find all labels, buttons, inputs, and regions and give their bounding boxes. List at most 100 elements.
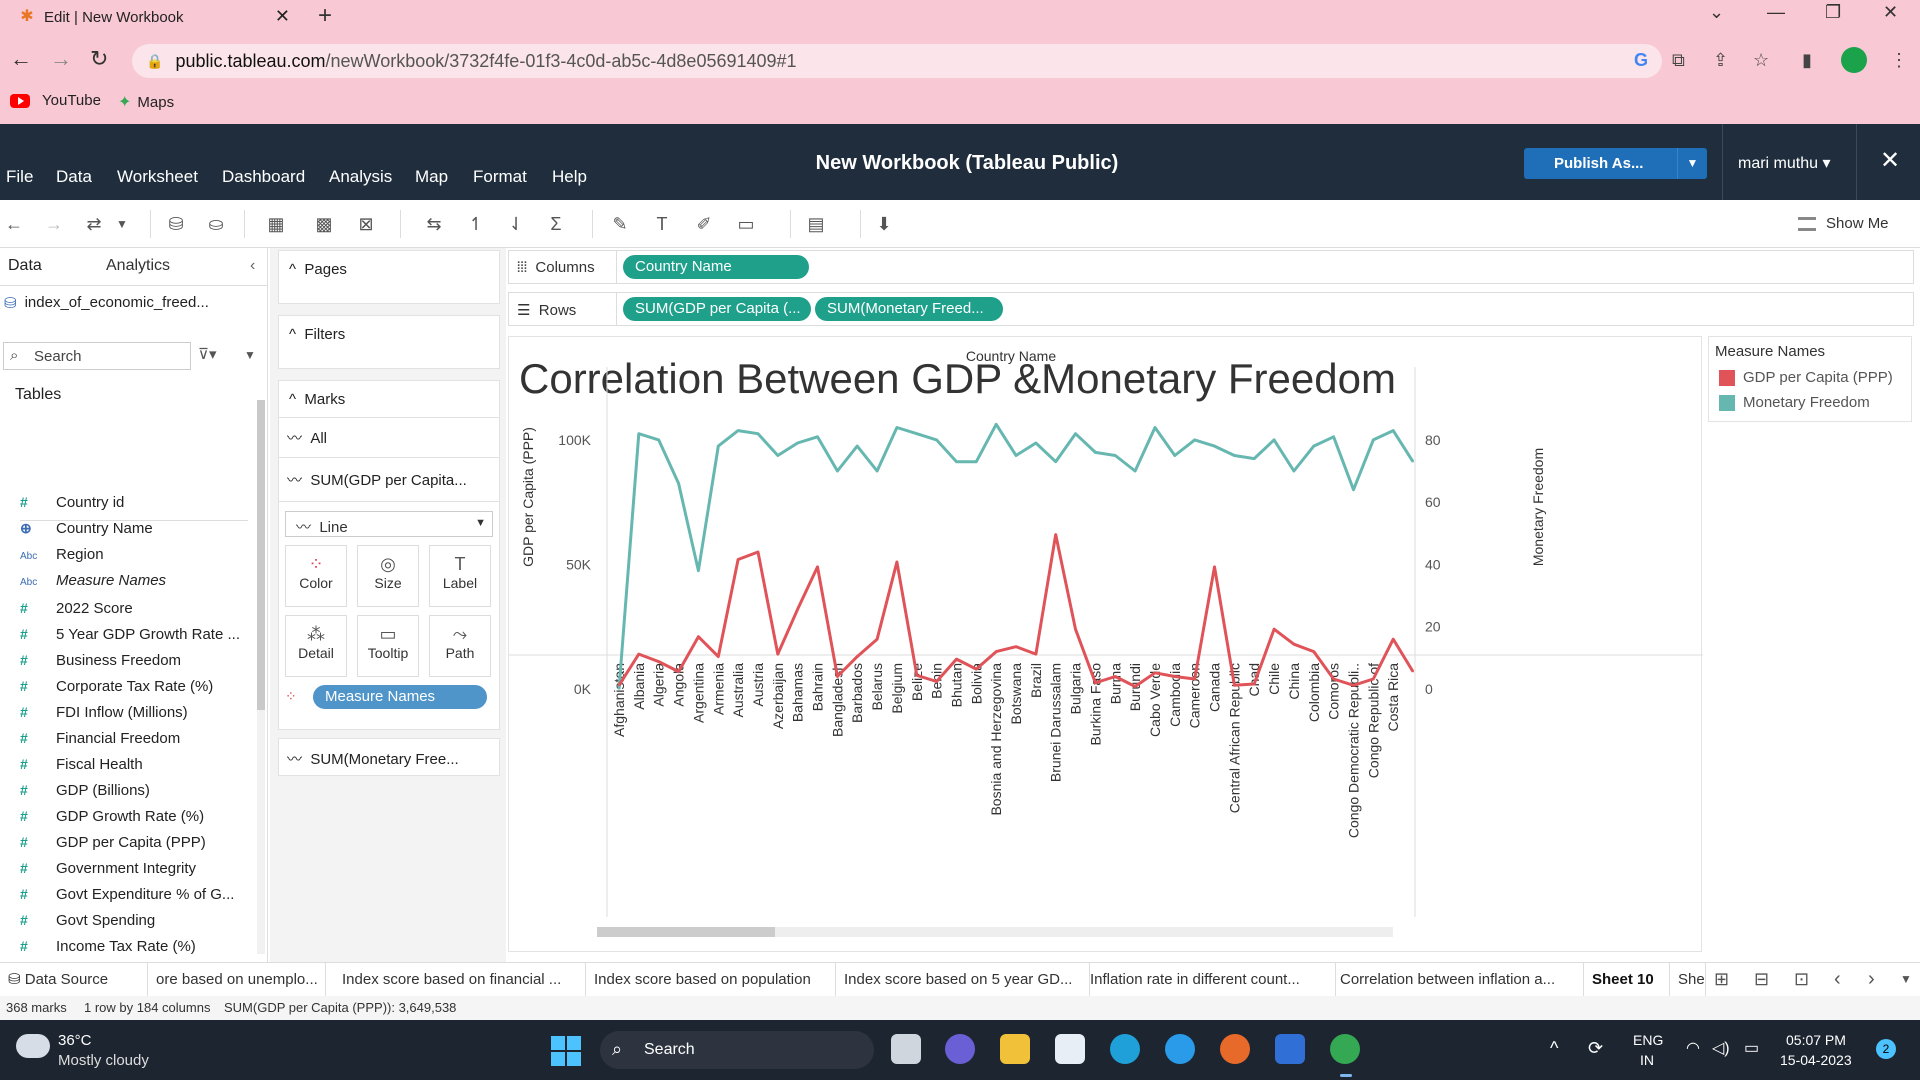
columns-shelf[interactable]: ⦙⦙⦙ Columns Country Name <box>508 250 1914 284</box>
clock-date[interactable]: 15-04-2023 <box>1780 1052 1852 1068</box>
marks-all-tab[interactable]: 〰 All <box>287 427 327 448</box>
show-tooltip-icon[interactable]: ⬇ <box>870 212 898 236</box>
data-menu-icon[interactable]: ▼ <box>244 348 256 362</box>
filter-fields-icon[interactable]: ⊽▾ <box>198 345 217 363</box>
format-workbook-icon[interactable]: ✐ <box>690 212 718 236</box>
lang-secondary[interactable]: IN <box>1640 1052 1654 1068</box>
path-button[interactable]: ⤳ Path <box>429 615 491 677</box>
sync-icon[interactable]: ⟳ <box>1588 1038 1603 1059</box>
sheet-tab[interactable]: ore based on unemplo... <box>148 963 326 997</box>
reload-button[interactable]: ↻ <box>90 46 108 72</box>
field-item[interactable]: ⊕ Country Name <box>20 518 153 538</box>
swap-axes-icon[interactable]: ⇆ <box>420 212 448 236</box>
field-item[interactable]: # Financial Freedom <box>20 728 180 748</box>
volume-icon[interactable]: ◁) <box>1712 1038 1730 1058</box>
bookmark-youtube[interactable]: YouTube <box>10 92 101 109</box>
battery-icon[interactable]: ▭ <box>1744 1038 1759 1058</box>
tab-analytics[interactable]: Analytics <box>106 257 170 275</box>
tray-chevron-icon[interactable]: ^ <box>1550 1038 1558 1059</box>
legend-item-gdp[interactable]: GDP per Capita (PPP) <box>1719 369 1893 386</box>
labels-icon[interactable]: T <box>648 212 676 236</box>
color-button[interactable]: ⁘ Color <box>285 545 347 607</box>
google-icon[interactable]: G <box>1634 50 1648 71</box>
datasource-item[interactable]: ⛁ index_of_economic_freed... <box>4 294 209 312</box>
marks-gdp-tab[interactable]: 〰 SUM(GDP per Capita... <box>287 469 467 490</box>
store-icon[interactable] <box>1055 1034 1085 1064</box>
notification-badge[interactable]: 2 <box>1876 1039 1896 1059</box>
field-scroll-thumb[interactable] <box>257 400 265 710</box>
measure-names-pill[interactable]: Measure Names <box>313 685 487 709</box>
user-menu[interactable]: mari muthu ▾ <box>1738 153 1831 173</box>
maximize-button[interactable]: ❐ <box>1825 2 1841 23</box>
sheet-tab[interactable]: Inflation rate in different count... <box>1082 963 1336 997</box>
field-item[interactable]: # Govt Expenditure % of G... <box>20 884 234 904</box>
forward-button[interactable]: → <box>50 46 72 72</box>
field-item[interactable]: # Fiscal Health <box>20 754 143 774</box>
mylip-icon[interactable] <box>1275 1034 1305 1064</box>
pause-updates-icon[interactable]: ⛀ <box>202 212 230 236</box>
clock-time[interactable]: 05:07 PM <box>1786 1032 1846 1048</box>
pages-card[interactable]: ^ Pages <box>278 250 500 304</box>
new-tab-button[interactable]: + <box>318 2 332 30</box>
firefox-icon[interactable] <box>1220 1034 1250 1064</box>
field-item[interactable]: # Corporate Tax Rate (%) <box>20 676 213 696</box>
teams-icon[interactable] <box>945 1034 975 1064</box>
redo-icon[interactable]: → <box>40 212 68 236</box>
field-item[interactable]: # Country id <box>20 492 124 512</box>
chrome-icon[interactable] <box>1330 1034 1360 1064</box>
tooltip-button[interactable]: ▭ Tooltip <box>357 615 419 677</box>
translate-icon[interactable]: ⧉ <box>1672 50 1685 71</box>
profile-avatar[interactable] <box>1841 47 1867 73</box>
field-item[interactable]: # Business Freedom <box>20 650 181 670</box>
sort-ascending-icon[interactable]: ↿ <box>462 212 490 236</box>
field-item[interactable]: # GDP Growth Rate (%) <box>20 806 204 826</box>
rows-pill-gdp[interactable]: SUM(GDP per Capita (... <box>623 297 811 321</box>
scroll-tabs-left-icon[interactable]: ‹ <box>1834 968 1841 991</box>
new-worksheet-icon[interactable]: ▦ <box>262 212 290 236</box>
bookmark-star-icon[interactable]: ☆ <box>1753 50 1769 71</box>
new-datasource-icon[interactable]: ⛁ <box>162 212 190 236</box>
lang-primary[interactable]: ENG <box>1633 1032 1663 1048</box>
weather-temp[interactable]: 36°C <box>58 1032 92 1049</box>
label-button[interactable]: T Label <box>429 545 491 607</box>
back-button[interactable]: ← <box>10 46 32 72</box>
browser-tab[interactable]: ✱ Edit | New Workbook ✕ <box>8 4 304 30</box>
windows-start-icon[interactable] <box>551 1036 581 1066</box>
new-dashboard-tab-icon[interactable]: ⊟ <box>1754 969 1769 990</box>
highlight-icon[interactable]: ✎ <box>606 212 634 236</box>
rows-shelf[interactable]: ☰ Rows SUM(GDP per Capita (... SUM(Monet… <box>508 292 1914 326</box>
legend-item-monetary[interactable]: Monetary Freedom <box>1719 394 1870 411</box>
help-icon[interactable] <box>1165 1034 1195 1064</box>
field-item[interactable]: # GDP (Billions) <box>20 780 150 800</box>
new-story-tab-icon[interactable]: ⊡ <box>1794 969 1809 990</box>
fit-icon[interactable]: ▭ <box>732 212 760 236</box>
replay-dropdown-icon[interactable]: ▼ <box>108 212 136 236</box>
share-icon[interactable]: ⇪ <box>1713 50 1728 71</box>
field-item[interactable]: # GDP per Capita (PPP) <box>20 832 206 852</box>
filters-card[interactable]: ^ Filters <box>278 315 500 369</box>
edge-icon[interactable] <box>1110 1034 1140 1064</box>
sheet-tab-active[interactable]: Sheet 10 <box>1584 963 1670 997</box>
close-tab-icon[interactable]: ✕ <box>275 6 290 27</box>
field-item[interactable]: Abc Region <box>20 544 104 564</box>
replay-icon[interactable]: ⇄ <box>80 212 108 236</box>
publish-as-button[interactable]: Publish As... ▼ <box>1524 148 1707 179</box>
field-item[interactable]: # Income Tax Rate (%) <box>20 936 196 956</box>
minimize-button[interactable]: — <box>1767 2 1785 23</box>
field-item[interactable]: # FDI Inflow (Millions) <box>20 702 188 722</box>
field-item[interactable]: # Govt Spending <box>20 910 155 930</box>
chrome-menu-icon[interactable]: ⋮ <box>1890 50 1908 71</box>
columns-pill[interactable]: Country Name <box>623 255 809 279</box>
detail-button[interactable]: ⁂ Detail <box>285 615 347 677</box>
rows-pill-monetary[interactable]: SUM(Monetary Freed... <box>815 297 1003 321</box>
mark-type-select[interactable]: 〰 Line ▼ <box>285 511 493 537</box>
sheet-tab[interactable]: Index score based on population <box>586 963 836 997</box>
taskbar-search[interactable]: ⌕ Search <box>600 1031 874 1069</box>
duplicate-sheet-icon[interactable]: ▩ <box>310 212 338 236</box>
presentation-icon[interactable]: ▤ <box>802 212 830 236</box>
file-explorer-icon[interactable] <box>1000 1034 1030 1064</box>
undo-icon[interactable]: ← <box>0 212 28 236</box>
totals-icon[interactable]: Σ <box>542 212 570 236</box>
side-panel-icon[interactable]: ▮ <box>1802 50 1812 71</box>
weather-desc[interactable]: Mostly cloudy <box>58 1052 149 1069</box>
